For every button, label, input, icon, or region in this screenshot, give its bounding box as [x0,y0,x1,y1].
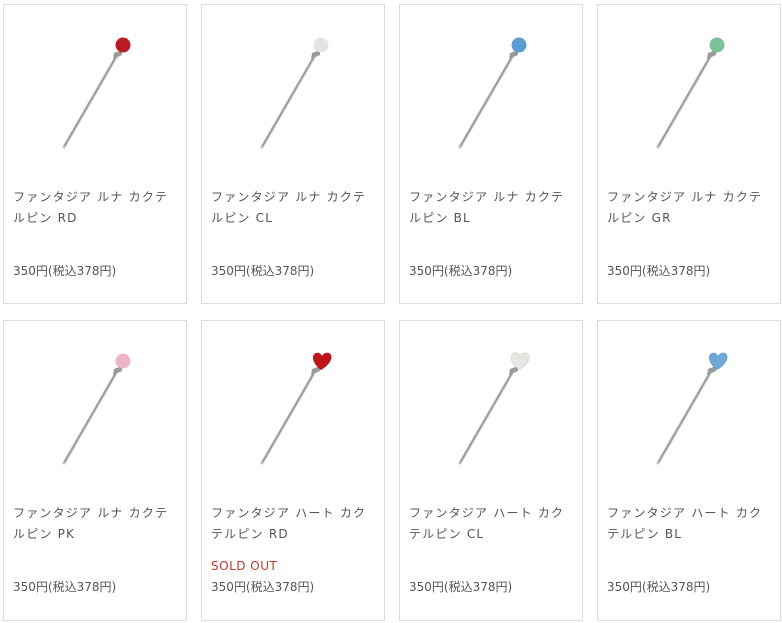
product-price: 350円(税込378円) [409,580,513,594]
ball-pin-head [511,37,527,53]
product-image[interactable] [598,321,780,491]
product-price: 350円(税込378円) [13,264,117,278]
product-name[interactable]: ファンタジア ハート カクテルピン BL [607,503,773,545]
cocktail-pin-illustration [656,37,725,149]
product-image[interactable] [598,5,780,175]
product-image[interactable] [400,5,582,175]
product-image[interactable] [4,5,186,175]
product-price: 350円(税込378円) [211,264,315,278]
product-image[interactable] [400,321,582,491]
product-name[interactable]: ファンタジア ルナ カクテルピン RD [13,187,179,229]
product-card[interactable]: ファンタジア ハート カクテルピン CL 350円(税込378円) [399,320,583,621]
product-card[interactable]: ファンタジア ルナ カクテルピン RD 350円(税込378円) [3,4,187,304]
product-price: 350円(税込378円) [13,580,117,594]
product-card[interactable]: ファンタジア ハート カクテルピン RD SOLD OUT 350円(税込378… [201,320,385,621]
cocktail-pin-illustration [656,352,728,465]
heart-pin-head [510,352,530,371]
ball-pin-head [115,353,131,369]
product-card[interactable]: ファンタジア ルナ カクテルピン CL 350円(税込378円) [201,4,385,304]
product-card[interactable]: ファンタジア ルナ カクテルピン PK 350円(税込378円) [3,320,187,621]
product-name[interactable]: ファンタジア ルナ カクテルピン GR [607,187,773,229]
ball-pin-head [709,37,725,53]
product-price: 350円(税込378円) [607,264,711,278]
heart-pin-head [312,352,332,371]
product-image[interactable] [4,321,186,491]
ball-pin-head [115,37,131,53]
product-image[interactable] [202,321,384,491]
product-name[interactable]: ファンタジア ルナ カクテルピン CL [211,187,377,229]
cocktail-pin-illustration [62,37,131,149]
product-card[interactable]: ファンタジア ハート カクテルピン BL 350円(税込378円) [597,320,781,621]
product-grid: ファンタジア ルナ カクテルピン RD 350円(税込378円) ファンタジア … [0,0,782,623]
cocktail-pin-illustration [260,352,332,465]
product-name[interactable]: ファンタジア ルナ カクテルピン BL [409,187,575,229]
product-name[interactable]: ファンタジア ハート カクテルピン RD [211,503,377,545]
cocktail-pin-illustration [260,37,329,149]
cocktail-pin-illustration [62,353,131,465]
product-price: 350円(税込378円) [607,580,711,594]
cocktail-pin-illustration [458,352,530,465]
product-card[interactable]: ファンタジア ルナ カクテルピン GR 350円(税込378円) [597,4,781,304]
cocktail-pin-illustration [458,37,527,149]
product-name[interactable]: ファンタジア ハート カクテルピン CL [409,503,575,545]
heart-pin-head [708,352,728,371]
product-card[interactable]: ファンタジア ルナ カクテルピン BL 350円(税込378円) [399,4,583,304]
sold-out-label: SOLD OUT [211,559,278,573]
product-price: 350円(税込378円) [211,580,315,594]
product-image[interactable] [202,5,384,175]
product-name[interactable]: ファンタジア ルナ カクテルピン PK [13,503,179,545]
product-price: 350円(税込378円) [409,264,513,278]
ball-pin-head [313,37,329,53]
